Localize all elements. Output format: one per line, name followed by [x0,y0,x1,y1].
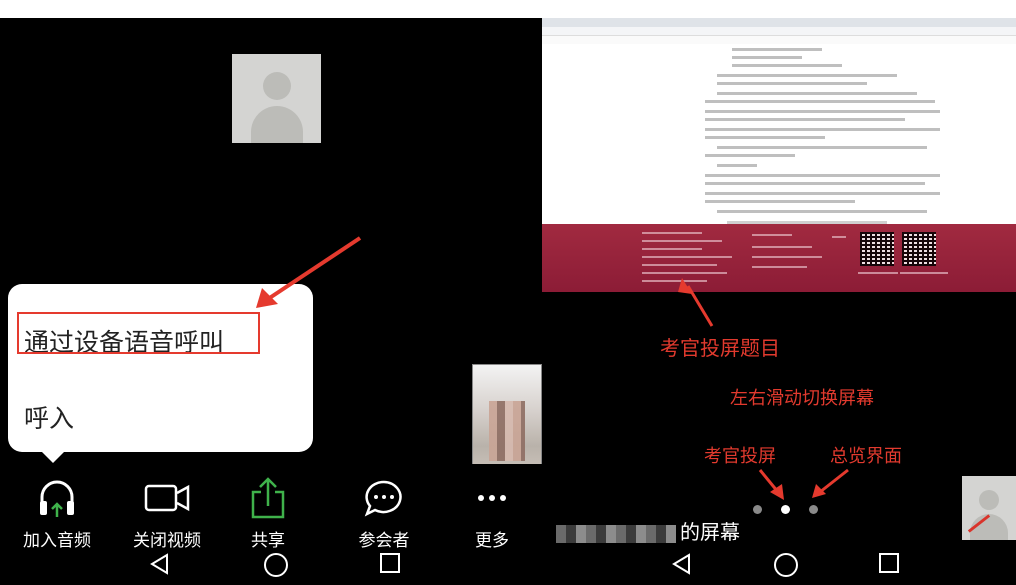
recents-icon[interactable] [878,552,900,578]
popup-tail [40,450,66,463]
recents-icon[interactable] [379,552,401,578]
text-line [717,74,897,77]
avatar-head-shape [263,72,291,100]
dial-in-option[interactable]: 呼入 [24,404,74,434]
qr-code-image [902,232,936,266]
share-icon [223,476,313,520]
join-audio-button[interactable]: 加入音频 [12,476,102,551]
footer-line [752,266,807,268]
text-line [705,154,795,157]
more-label: 更多 [475,531,509,551]
stop-video-label: 关闭视频 [133,531,201,551]
text-line [732,56,802,59]
page-dot[interactable] [753,505,762,514]
share-button[interactable]: 共享 [223,476,313,551]
screen-owner-label: 的屏幕 [556,516,740,545]
top-caption [0,0,1016,18]
footer-line [642,280,707,282]
audio-options-popup: 通过设备语音呼叫 呼入 [8,284,313,452]
text-line [732,48,822,51]
exam-question-page [542,44,1016,224]
footer-line [752,234,792,236]
meeting-screen-left: 通过设备语音呼叫 呼入 加入音频 关闭视频 共享 参会者 更多 [0,18,542,585]
highlight-box [17,312,260,354]
back-icon[interactable] [670,552,692,580]
text-line [717,164,757,167]
footer-line [832,236,846,238]
android-nav-bar-right [542,550,1016,585]
qr-code-image [860,232,894,266]
text-line [732,64,842,67]
annotation-examiner-screen: 考官投屏 [704,446,776,467]
back-icon[interactable] [148,552,170,580]
text-line [717,210,927,213]
text-line [717,82,867,85]
avatar-body-shape [251,106,303,143]
stop-video-button[interactable]: 关闭视频 [122,476,212,551]
text-line [705,192,940,195]
blurred-face [489,401,525,461]
participants-button[interactable]: 参会者 [339,476,429,551]
text-line [705,174,940,177]
home-icon[interactable] [263,552,289,582]
share-label: 共享 [251,531,285,551]
blurred-name [556,524,676,543]
participants-label: 参会者 [358,531,410,551]
video-camera-icon [122,476,212,520]
footer-line [642,264,717,266]
more-dots-icon [447,476,537,520]
participant-avatar [232,54,321,143]
text-line [717,92,917,95]
shared-browser-screen [542,18,1016,292]
page-dot-active[interactable] [781,505,790,514]
join-audio-label: 加入音频 [23,531,91,551]
footer-line [752,246,812,248]
text-line [705,118,905,121]
browser-address-bar [542,27,1016,36]
footer-line [642,248,702,250]
headphones-icon [12,476,102,520]
avatar-head-shape [979,490,999,510]
text-line [705,200,855,203]
more-button[interactable]: 更多 [447,476,537,551]
android-nav-bar-left [0,550,542,585]
text-line [705,110,940,113]
participant-avatar-small[interactable] [962,476,1016,540]
footer-line [642,272,727,274]
meeting-screen-right: 考官投屏题目 左右滑动切换屏幕 考官投屏 总览界面 的屏幕 [542,18,1016,585]
meeting-toolbar: 加入音频 关闭视频 共享 参会者 更多 [0,464,542,560]
home-icon[interactable] [773,552,799,582]
annotation-swipe-to-switch: 左右滑动切换屏幕 [730,388,874,409]
footer-line [858,272,898,274]
screen-label-text: 的屏幕 [680,520,740,544]
text-line [705,182,925,185]
footer-line [642,256,732,258]
annotation-examiner-screen-question: 考官投屏题目 [660,336,780,360]
annotation-overview: 总览界面 [830,446,902,467]
browser-tab-bar [542,18,1016,27]
text-line [717,146,927,149]
page-dot[interactable] [809,505,818,514]
footer-line [642,232,702,234]
text-line [705,136,825,139]
page-footer [542,224,1016,292]
text-line [705,128,940,131]
footer-line [900,272,948,274]
participants-chat-icon [339,476,429,520]
text-line [705,100,935,103]
footer-line [752,256,822,258]
footer-line [642,240,722,242]
